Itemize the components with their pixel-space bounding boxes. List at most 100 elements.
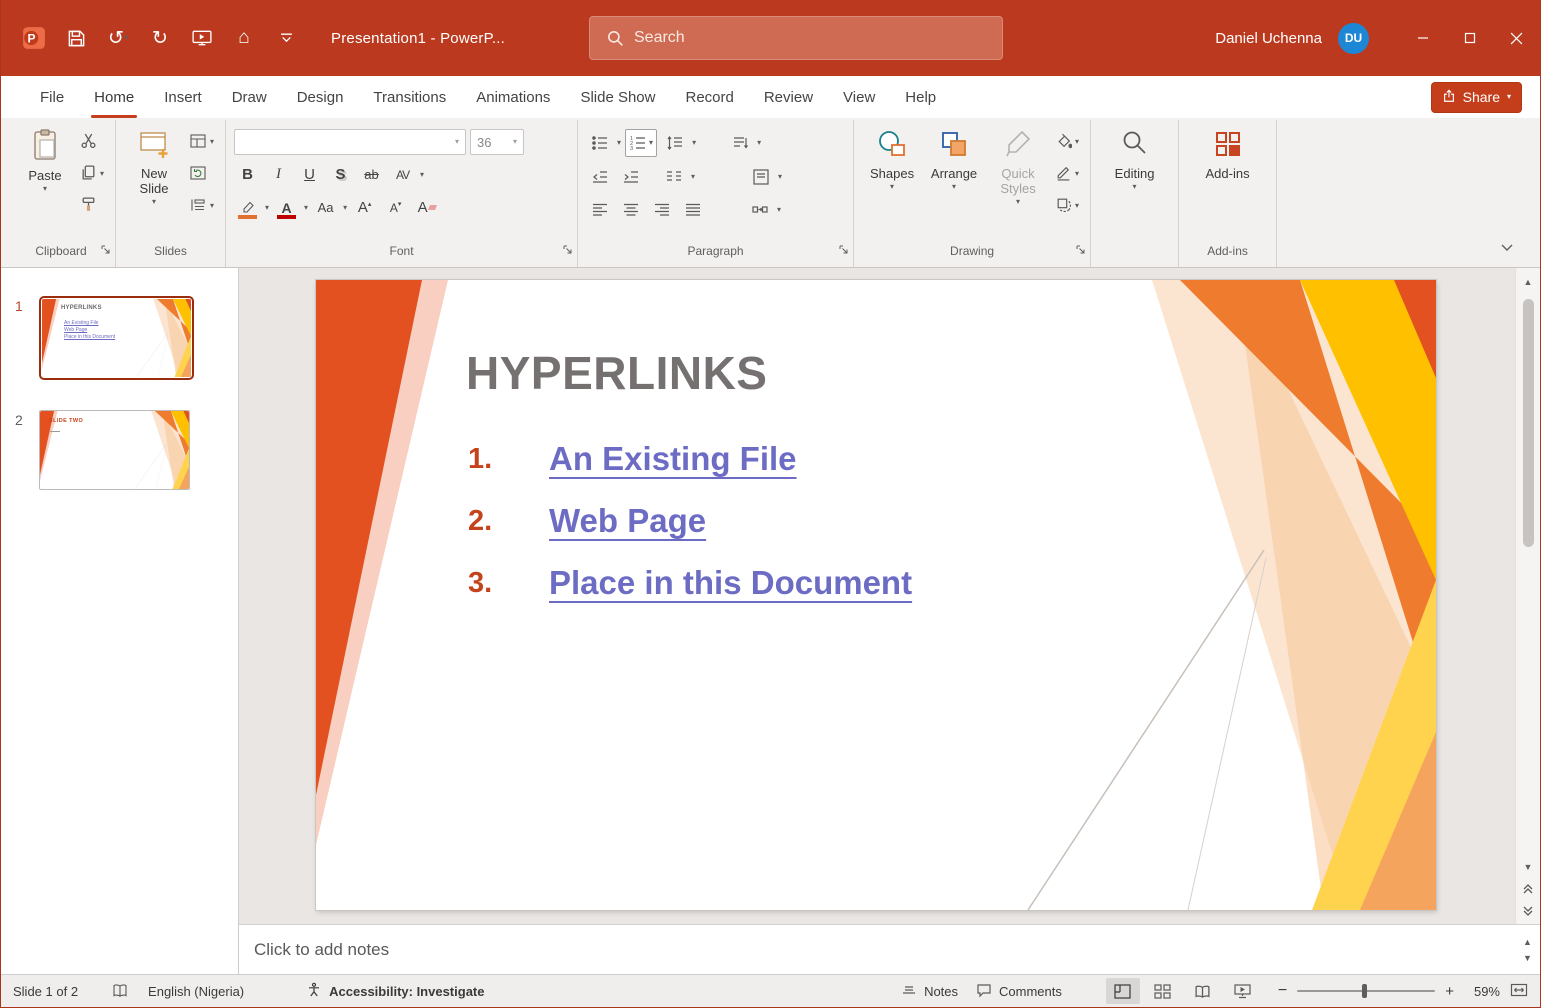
language-indicator[interactable]: English (Nigeria) (148, 984, 244, 999)
close-button[interactable] (1493, 0, 1540, 76)
slide-show-view-button[interactable] (1226, 978, 1260, 1004)
tab-draw[interactable]: Draw (217, 76, 282, 118)
home-icon[interactable]: ⌂ (225, 18, 263, 58)
shape-outline-button[interactable]: ▾ (1052, 161, 1082, 187)
hyperlink-web-page[interactable]: Web Page (549, 502, 706, 540)
align-text-button[interactable] (747, 163, 774, 190)
slide-editing-surface[interactable]: HYPERLINKS 1. An Existing File 2. Web Pa… (316, 280, 1436, 910)
tab-home[interactable]: Home (79, 76, 149, 118)
scrollbar-thumb[interactable] (1523, 299, 1534, 547)
shape-effects-button[interactable]: ▾ (1052, 193, 1082, 219)
slide-2-thumbnail[interactable]: SLIDE TWO (39, 410, 190, 490)
tab-transitions[interactable]: Transitions (358, 76, 461, 118)
notes-scroll-down-icon[interactable]: ▼ (1523, 953, 1532, 963)
font-dialog-launcher-icon[interactable] (563, 242, 573, 260)
italic-button[interactable]: I (265, 161, 292, 188)
font-color-button[interactable]: A (273, 194, 300, 221)
line-spacing-button[interactable] (661, 130, 688, 157)
increase-indent-button[interactable] (617, 163, 644, 190)
align-center-button[interactable] (617, 196, 644, 223)
tab-slide-show[interactable]: Slide Show (565, 76, 670, 118)
powerpoint-logo-icon[interactable]: P (15, 18, 53, 58)
next-slide-button[interactable] (1516, 900, 1541, 922)
avatar[interactable]: DU (1338, 23, 1369, 54)
change-case-button[interactable]: Aa (312, 194, 339, 221)
hyperlink-place-in-document[interactable]: Place in this Document (549, 564, 912, 602)
paste-button[interactable]: Paste ▾ (15, 125, 75, 192)
zoom-slider[interactable] (1297, 990, 1435, 992)
slide-sorter-view-button[interactable] (1146, 978, 1180, 1004)
justify-button[interactable] (679, 196, 706, 223)
underline-button[interactable]: U (296, 161, 323, 188)
character-spacing-button[interactable]: AV (389, 161, 416, 188)
convert-to-smartart-button[interactable] (746, 196, 773, 223)
zoom-slider-thumb[interactable] (1362, 984, 1367, 998)
decrease-font-size-button[interactable]: A▾ (382, 194, 409, 221)
clear-formatting-button[interactable]: A (413, 194, 440, 221)
text-shadow-button[interactable]: S (327, 161, 354, 188)
zoom-out-button[interactable]: − (1278, 982, 1287, 1000)
text-direction-button[interactable] (726, 130, 753, 157)
slide-1-thumbnail[interactable]: HYPERLINKS An Existing File Web Page Pla… (39, 296, 194, 380)
scrollbar-track[interactable] (1516, 293, 1540, 856)
tab-review[interactable]: Review (749, 76, 828, 118)
tab-help[interactable]: Help (890, 76, 951, 118)
tab-view[interactable]: View (828, 76, 890, 118)
start-slideshow-icon[interactable] (183, 18, 221, 58)
cut-button[interactable] (77, 129, 107, 155)
previous-slide-button[interactable] (1516, 878, 1541, 900)
slide-indicator[interactable]: Slide 1 of 2 (13, 984, 78, 999)
tab-design[interactable]: Design (282, 76, 359, 118)
reading-view-button[interactable] (1186, 978, 1220, 1004)
quick-styles-button[interactable]: Quick Styles ▾ (986, 125, 1050, 205)
comments-toggle-button[interactable]: Comments (976, 982, 1062, 1001)
decrease-indent-button[interactable] (586, 163, 613, 190)
shapes-button[interactable]: Shapes ▾ (862, 125, 922, 190)
tab-file[interactable]: File (25, 76, 79, 118)
undo-icon[interactable]: ↺▾ (99, 18, 137, 58)
layout-button[interactable]: ▾ (186, 129, 217, 155)
user-name[interactable]: Daniel Uchenna (1215, 30, 1322, 47)
font-name-combo[interactable]: ▾ (234, 129, 466, 155)
share-button[interactable]: Share ▾ (1431, 82, 1522, 113)
save-icon[interactable] (57, 18, 95, 58)
bold-button[interactable]: B (234, 161, 261, 188)
drawing-dialog-launcher-icon[interactable] (1076, 242, 1086, 260)
bullets-button[interactable] (586, 130, 613, 157)
spell-check-icon[interactable] (112, 983, 128, 999)
format-painter-button[interactable] (77, 193, 107, 219)
font-size-combo[interactable]: 36 ▾ (470, 129, 524, 155)
editing-button[interactable]: Editing ▾ (1105, 125, 1165, 190)
notes-pane[interactable]: Click to add notes ▲ ▼ (239, 924, 1540, 974)
paragraph-dialog-launcher-icon[interactable] (839, 242, 849, 260)
normal-view-button[interactable] (1106, 978, 1140, 1004)
notes-scroll-up-icon[interactable]: ▲ (1523, 937, 1532, 947)
customize-quick-access-icon[interactable] (267, 18, 305, 58)
strikethrough-button[interactable]: ab (358, 161, 385, 188)
new-slide-button[interactable]: New Slide ▾ (124, 125, 184, 205)
tab-animations[interactable]: Animations (461, 76, 565, 118)
zoom-percentage[interactable]: 59% (1464, 984, 1500, 999)
copy-button[interactable]: ▾ (77, 161, 107, 187)
collapse-ribbon-icon[interactable] (1500, 239, 1514, 257)
addins-button[interactable]: Add-ins (1198, 125, 1258, 181)
accessibility-status[interactable]: Accessibility: Investigate (306, 982, 484, 1001)
notes-toggle-button[interactable]: Notes (901, 983, 958, 1000)
tab-insert[interactable]: Insert (149, 76, 217, 118)
text-highlight-button[interactable] (234, 194, 261, 221)
align-right-button[interactable] (648, 196, 675, 223)
zoom-in-button[interactable]: + (1445, 983, 1454, 1000)
section-button[interactable]: ▾ (186, 193, 217, 219)
tab-record[interactable]: Record (670, 76, 748, 118)
reset-button[interactable] (186, 161, 217, 187)
align-left-button[interactable] (586, 196, 613, 223)
arrange-button[interactable]: Arrange ▾ (924, 125, 984, 190)
scroll-down-icon[interactable]: ▼ (1516, 856, 1541, 878)
maximize-button[interactable] (1446, 0, 1493, 76)
numbering-chevron-icon[interactable]: ▾ (649, 140, 653, 146)
numbering-button-selected[interactable]: 123 ▾ (625, 129, 657, 157)
character-spacing-chevron-icon[interactable]: ▾ (420, 172, 424, 178)
search-box[interactable]: Search (589, 16, 1003, 60)
shape-fill-button[interactable]: ▾ (1052, 129, 1082, 155)
columns-button[interactable] (660, 163, 687, 190)
